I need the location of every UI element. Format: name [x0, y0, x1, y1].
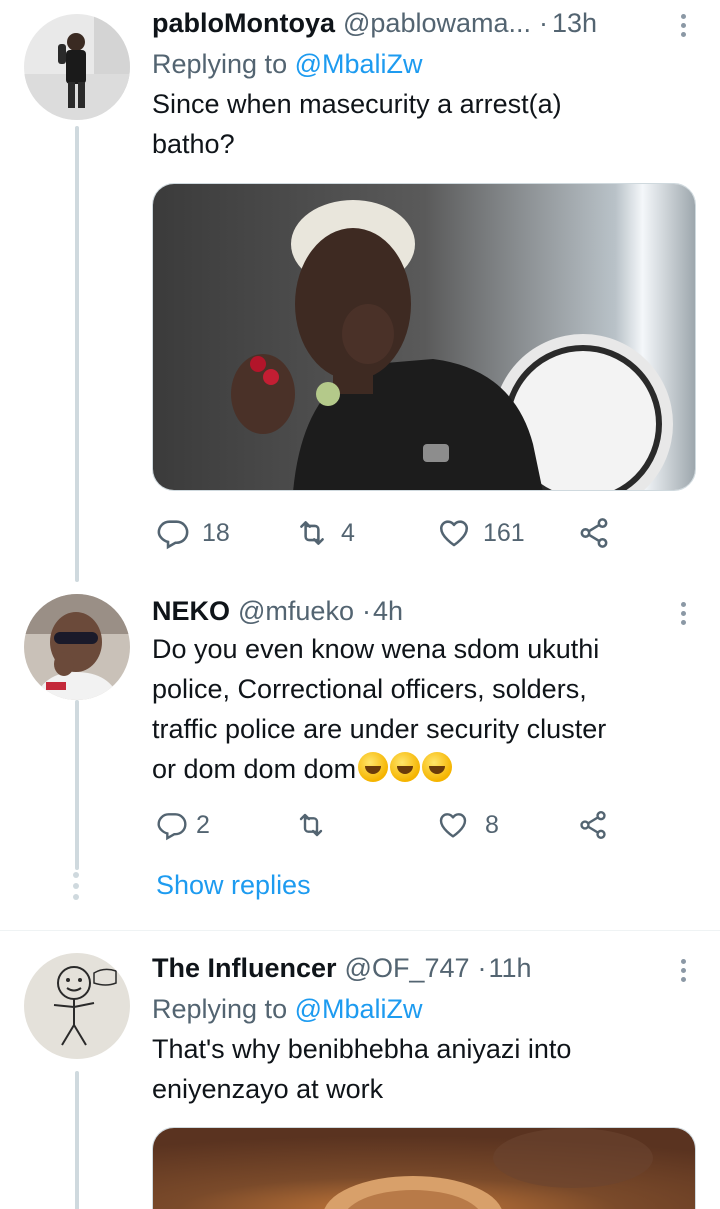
share-icon — [580, 518, 608, 548]
retweet-button[interactable]: 4 — [295, 511, 355, 555]
tweet-text: Do you even know wena sdom ukuthi police… — [152, 634, 607, 784]
more-options-icon[interactable] — [668, 598, 698, 628]
thread-line — [75, 126, 79, 582]
retweet-icon — [300, 521, 324, 545]
tweet-image[interactable] — [152, 183, 696, 491]
tweet-text: That's why benibhebha aniyazi into eniye… — [152, 1034, 572, 1104]
reply-icon — [157, 520, 189, 550]
timestamp[interactable]: 13h — [552, 2, 597, 44]
mention-link[interactable]: @MbaliZw — [295, 994, 423, 1024]
avatar-influencer[interactable] — [24, 953, 130, 1059]
tweet-header: The Influencer @OF_747 · 11h — [152, 947, 698, 989]
avatar-neko[interactable] — [24, 594, 130, 700]
timestamp[interactable]: 11h — [489, 947, 532, 989]
tweet-pablo[interactable]: pabloMontoya @pablowama... · 13h Replyin… — [0, 0, 720, 582]
thread-line — [75, 700, 79, 870]
reply-count: 18 — [202, 518, 230, 547]
separator-dot: · — [361, 596, 371, 626]
separator-dot: · — [477, 953, 487, 983]
retweet-button[interactable] — [295, 803, 339, 847]
user-handle[interactable]: @pablowama... — [343, 2, 531, 44]
user-handle[interactable]: @mfueko — [238, 590, 354, 632]
like-count: 161 — [483, 518, 525, 547]
tweet-header: pabloMontoya @pablowama... · 13h — [152, 2, 698, 44]
tweet-neko[interactable]: NEKO @mfueko · 4h Do you even know wena … — [0, 580, 720, 930]
rolling-on-floor-laughing-emoji — [358, 752, 389, 782]
user-name[interactable]: pabloMontoya — [152, 2, 335, 44]
replying-to: Replying to @MbaliZw — [152, 994, 423, 1024]
thread-continuation-dots — [73, 872, 79, 900]
reply-icon — [157, 813, 187, 841]
user-name[interactable]: NEKO — [152, 590, 230, 632]
retweet-count: 4 — [341, 518, 355, 547]
like-button[interactable]: 8 — [437, 803, 499, 847]
tweet-text: Since when masecurity a arrest(a) batho? — [152, 89, 562, 159]
more-options-icon[interactable] — [668, 955, 698, 985]
more-options-icon[interactable] — [668, 10, 698, 40]
retweet-icon — [299, 813, 323, 837]
like-count: 8 — [485, 810, 499, 839]
tweet-image[interactable] — [152, 1127, 696, 1209]
show-replies-link[interactable]: Show replies — [156, 870, 311, 901]
share-button[interactable] — [577, 803, 609, 847]
tweet-header: NEKO @mfueko · 4h — [152, 590, 698, 632]
share-button[interactable] — [577, 511, 611, 555]
mention-link[interactable]: @MbaliZw — [295, 49, 423, 79]
tweet-influencer[interactable]: The Influencer @OF_747 · 11h Replying to… — [0, 931, 720, 1209]
rolling-on-floor-laughing-emoji — [422, 752, 453, 782]
user-handle[interactable]: @OF_747 — [345, 947, 470, 989]
thread-line — [75, 1071, 79, 1209]
separator-dot: · — [539, 8, 548, 38]
avatar-pablo[interactable] — [24, 14, 130, 120]
rolling-on-floor-laughing-emoji — [390, 752, 421, 782]
reply-count: 2 — [196, 810, 210, 839]
reply-button[interactable]: 18 — [156, 511, 230, 555]
share-icon — [580, 811, 606, 839]
heart-icon — [439, 520, 469, 547]
user-name[interactable]: The Influencer — [152, 947, 337, 989]
replying-to: Replying to @MbaliZw — [152, 49, 423, 79]
reply-button[interactable]: 2 — [156, 803, 210, 847]
timestamp[interactable]: 4h — [373, 590, 403, 632]
like-button[interactable]: 161 — [437, 511, 525, 555]
heart-icon — [439, 813, 467, 838]
